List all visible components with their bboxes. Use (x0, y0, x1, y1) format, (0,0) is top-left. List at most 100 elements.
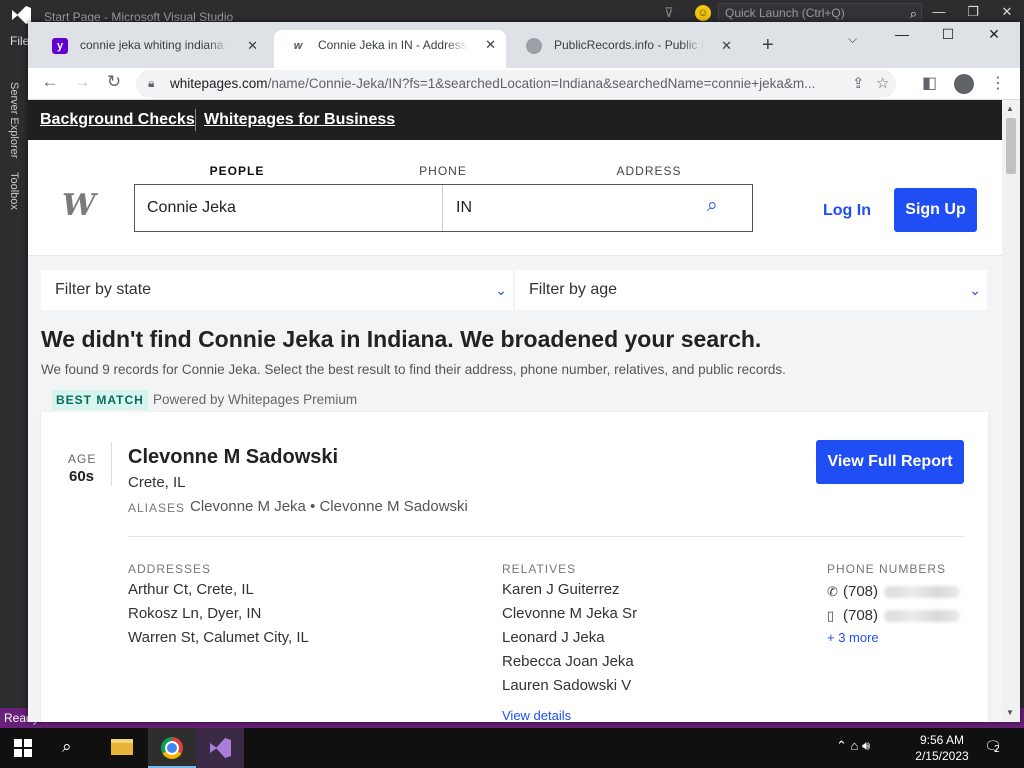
divider (128, 536, 964, 537)
url-text[interactable]: whitepages.com/name/Connie-Jeka/IN?fs=1&… (170, 76, 842, 91)
browser-toolbar: ← → ↻ 🔒︎ whitepages.com/name/Connie-Jeka… (28, 68, 1020, 100)
close-tab-icon[interactable]: ✕ (247, 31, 258, 60)
forward-arrow-icon[interactable]: → (70, 72, 94, 92)
tab-yahoo-search[interactable]: y connie jeka whiting indiana - Yah ✕ (36, 31, 268, 60)
filter-age-label: Filter by age (529, 281, 618, 298)
chevron-down-icon: ⌄ (969, 282, 981, 298)
whitepages-icon: w (293, 40, 303, 52)
new-tab-button[interactable]: + (762, 34, 774, 57)
results-headline: We didn't find Connie Jeka in Indiana. W… (41, 326, 762, 352)
address-item: Warren St, Calumet City, IL (128, 629, 309, 646)
phone-area-code: (708) (843, 583, 879, 600)
yahoo-icon: y (52, 38, 68, 54)
feedback-smiley-icon[interactable]: ☺ (695, 5, 711, 21)
chrome-maximize-button[interactable]: ☐ (928, 26, 968, 43)
profile-avatar-icon[interactable] (954, 74, 974, 94)
reload-icon[interactable]: ↻ (102, 72, 126, 92)
tab-strip: y connie jeka whiting indiana - Yah ✕ w … (28, 22, 1020, 68)
phone-icon: ✆ (827, 584, 838, 599)
view-full-report-button[interactable]: View Full Report (816, 440, 964, 484)
person-name[interactable]: Clevonne M Sadowski (128, 446, 338, 469)
person-location: Crete, IL (128, 474, 186, 491)
search-icon[interactable]: ⌕ (707, 195, 718, 217)
notification-icon[interactable]: 🗨︎ 2 (984, 738, 1002, 755)
clock-time: 9:56 AM (919, 733, 965, 747)
divider (111, 442, 112, 486)
tab-address[interactable]: ADDRESS (546, 164, 752, 185)
page-scrollbar[interactable]: ▲ ▼ (1002, 100, 1020, 722)
aliases-label: ALIASES (128, 501, 186, 515)
vs-restore-button[interactable]: ❐ (958, 4, 988, 20)
bookmark-star-icon[interactable]: ☆ (876, 74, 889, 92)
relative-item: Clevonne M Jeka Sr (502, 605, 638, 622)
best-match-badge: BEST MATCH (52, 390, 148, 410)
filter-state-select[interactable]: Filter by state ⌄ (41, 270, 513, 310)
lock-icon[interactable]: 🔒︎ (148, 76, 154, 91)
background-checks-link[interactable]: Background Checks (40, 111, 195, 129)
site-header: W PEOPLE PHONE ADDRESS ⌕ Log In Sign Up (28, 140, 1002, 256)
notification-count: 2 (994, 744, 1000, 755)
address-item: Arthur Ct, Crete, IL (128, 581, 254, 598)
web-page: Background Checks Whitepages for Busines… (28, 100, 1002, 722)
view-details-link[interactable]: View details (502, 708, 571, 722)
relative-item: Lauren Sadowski V (502, 677, 632, 694)
age-label: AGE (68, 452, 97, 466)
addresses-heading: ADDRESSES (128, 562, 212, 576)
relatives-list: Karen J Guiterrez Clevonne M Jeka Sr Leo… (502, 580, 637, 700)
scroll-down-icon[interactable]: ▼ (1006, 708, 1014, 717)
windows-start-icon[interactable] (14, 739, 32, 757)
filter-age-select[interactable]: Filter by age ⌄ (515, 270, 987, 310)
blurred-phone-number (884, 610, 961, 622)
system-tray-icons[interactable]: ⌃ ⌂ 🔊︎ (836, 738, 870, 754)
signup-button[interactable]: Sign Up (894, 188, 977, 232)
address-item: Rokosz Ln, Dyer, IN (128, 605, 262, 622)
tab-whitepages[interactable]: w Connie Jeka in IN - Address & Ph ✕ (274, 30, 506, 68)
vs-minimize-button[interactable]: — (924, 4, 954, 19)
close-tab-icon[interactable]: ✕ (485, 30, 496, 60)
mobile-phone-icon: ▯ (827, 608, 835, 623)
vs-menu-file[interactable]: File (10, 34, 29, 48)
tab-publicrecords[interactable]: PublicRecords.info - Public Reco ✕ (510, 31, 742, 60)
address-bar[interactable]: 🔒︎ whitepages.com/name/Connie-Jeka/IN?fs… (136, 70, 896, 98)
name-search-input[interactable] (135, 185, 443, 231)
tab-search-chevron-icon[interactable]: ⌵ (848, 32, 857, 47)
chrome-close-button[interactable]: ✕ (974, 26, 1014, 43)
taskbar-clock[interactable]: 9:56 AM 2/15/2023 (904, 732, 980, 764)
phone-item: ▯ (708) (827, 604, 961, 628)
taskbar-file-explorer[interactable] (98, 728, 146, 768)
more-phones-link[interactable]: + 3 more (827, 630, 879, 645)
addresses-list: Arthur Ct, Crete, IL Rokosz Ln, Dyer, IN… (128, 580, 309, 652)
share-icon[interactable]: ⇪ (852, 74, 865, 92)
search-icon: ⌕ (909, 6, 917, 21)
scroll-thumb[interactable] (1006, 118, 1016, 174)
blurred-phone-number (884, 586, 961, 598)
publicrecords-icon (526, 38, 542, 54)
toolbox-tab[interactable]: Toolbox (8, 172, 20, 210)
age-value: 60s (69, 468, 95, 485)
back-arrow-icon[interactable]: ← (38, 72, 62, 92)
server-explorer-tab[interactable]: Server Explorer (8, 82, 20, 158)
vs-side-tabs: Server Explorer Toolbox (8, 82, 24, 224)
relative-item: Leonard J Jeka (502, 629, 605, 646)
site-top-bar: Background Checks Whitepages for Busines… (28, 100, 1002, 140)
chrome-menu-icon[interactable]: ⋮ (990, 73, 1006, 93)
phone-item: ✆ (708) (827, 580, 961, 604)
whitepages-logo-icon[interactable]: W (62, 188, 96, 223)
tab-title: connie jeka whiting indiana - Yah (80, 38, 230, 52)
whitepages-for-business-link[interactable]: Whitepages for Business (204, 111, 395, 129)
tab-phone[interactable]: PHONE (340, 164, 546, 185)
url-path: /name/Connie-Jeka/IN?fs=1&searchedLocati… (267, 76, 816, 91)
scroll-up-icon[interactable]: ▲ (1006, 104, 1014, 113)
taskbar-visual-studio[interactable] (196, 728, 244, 768)
quick-launch-input[interactable]: Quick Launch (Ctrl+Q) ⌕ (718, 3, 922, 23)
filter-icon[interactable]: ⊽ (664, 5, 674, 21)
login-link[interactable]: Log In (823, 202, 871, 220)
vs-close-button[interactable]: ✕ (992, 4, 1022, 20)
close-tab-icon[interactable]: ✕ (721, 31, 732, 60)
chrome-minimize-button[interactable]: — (882, 26, 922, 42)
search-box: ⌕ (134, 184, 753, 232)
search-icon[interactable]: ⌕ (62, 737, 72, 757)
location-search-input[interactable] (444, 185, 694, 231)
side-panel-icon[interactable]: ◧ (922, 73, 937, 93)
taskbar-chrome[interactable] (148, 728, 196, 768)
